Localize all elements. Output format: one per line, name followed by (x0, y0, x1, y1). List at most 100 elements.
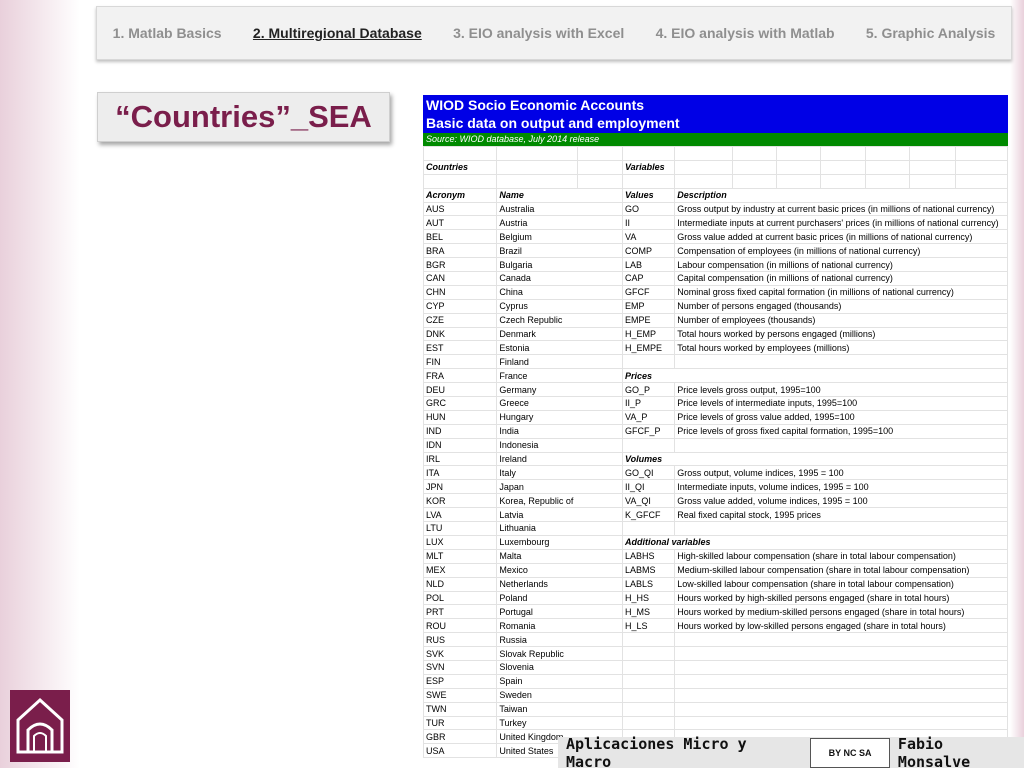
country-name-cell: Estonia (496, 340, 623, 356)
variable-code-cell: LABMS (621, 562, 676, 578)
footer-bar: Aplicaciones Micro y Macro BY NC SA Fabi… (558, 734, 1024, 771)
variable-code-cell: II (621, 215, 676, 231)
country-name-cell: Latvia (496, 507, 623, 523)
table-row: BRA Brazil COMP Compensation of employees (… (422, 243, 1008, 259)
country-name-cell: Slovak Republic (496, 646, 623, 661)
acronym-cell: LTU (422, 521, 498, 536)
acronym-cell: USA (422, 743, 498, 759)
variable-description-cell: Capital compensation (in millions of nat… (674, 271, 1008, 286)
table-row: EST Estonia H_EMPE Total hours worked by em… (422, 340, 1008, 356)
table-row: ROU Romania H_LS Hours worked by low-skille… (422, 618, 1008, 634)
country-name-cell: Cyprus (496, 298, 623, 314)
variable-code-cell: H_EMPE (621, 340, 676, 356)
acronym-cell: DNK (422, 326, 498, 342)
variable-code-cell: LABHS (621, 548, 676, 564)
variable-code-cell: GFCF (621, 284, 676, 300)
table-row: AUS Australia GO Gross output by industry a… (422, 201, 1008, 217)
acronym-cell: ESP (422, 673, 498, 689)
country-name-cell: Japan (496, 479, 623, 495)
variable-code-cell: VA_QI (621, 493, 676, 509)
acronym-cell: HUN (422, 409, 498, 425)
arch-icon (16, 697, 64, 754)
section-label-cell: Additional variables (622, 534, 1008, 550)
variable-code-cell: II_P (621, 396, 676, 411)
variable-code-cell: VA_P (621, 409, 676, 425)
variable-code-cell: LAB (621, 257, 676, 273)
variable-description-cell: Number of employees (thousands) (674, 312, 1008, 328)
variable-description-cell (674, 715, 1008, 731)
acronym-cell: BGR (422, 257, 498, 273)
variable-description-cell (674, 437, 1008, 453)
country-name-cell: Portugal (496, 604, 623, 620)
variable-code-cell: COMP (621, 243, 676, 259)
nav-tab-eio-matlab[interactable]: 4. EIO analysis with Matlab (656, 25, 835, 41)
country-name-cell: Belgium (496, 229, 623, 245)
variable-description-cell: Number of persons engaged (thousands) (674, 298, 1008, 314)
acronym-cell: PRT (422, 604, 498, 620)
table-row: KOR Korea, Republic of VA_QI Gross value ad… (422, 493, 1008, 509)
acronym-cell: CYP (422, 298, 498, 314)
variable-code-cell (621, 354, 676, 370)
variable-code-cell: GFCF_P (621, 423, 676, 439)
variable-code-cell: H_LS (621, 618, 676, 634)
table-row: IDN Indonesia (422, 437, 1008, 453)
country-name-cell: India (496, 423, 623, 439)
table-row: POL Poland H_HS Hours worked by high-skille… (422, 590, 1008, 606)
sheet-header-line2: Basic data on output and employment (426, 115, 680, 131)
table-row: DNK Denmark H_EMP Total hours worked by per… (422, 326, 1008, 342)
acronym-cell: GRC (422, 396, 498, 411)
variable-description-cell: Compensation of employees (in millions o… (674, 243, 1008, 259)
nav-tab-multiregional-database[interactable]: 2. Multiregional Database (253, 25, 422, 41)
table-row (422, 173, 1009, 189)
table-row: BEL Belgium VA Gross value added at current… (422, 229, 1008, 245)
slide-title: “Countries”_SEA (97, 92, 390, 142)
acronym-cell: AUS (422, 201, 498, 217)
variable-description-cell: Real fixed capital stock, 1995 prices (674, 507, 1008, 523)
variable-code-cell (621, 687, 676, 703)
variable-description-cell: Gross output by industry at current basi… (674, 201, 1008, 217)
section-label-cell: Volumes (622, 451, 1008, 467)
variable-code-cell (621, 673, 676, 689)
acronym-cell: BEL (422, 229, 498, 245)
table-row (422, 146, 1009, 161)
nav-tab-eio-excel[interactable]: 3. EIO analysis with Excel (453, 25, 624, 41)
table-row: LUX Luxembourg Additional variables (422, 534, 1008, 550)
acronym-cell: CAN (422, 271, 498, 286)
variable-description-cell (674, 632, 1008, 648)
acronym-cell: IRL (422, 451, 498, 467)
variable-description-cell: Nominal gross fixed capital formation (i… (674, 284, 1008, 300)
country-name-cell: Australia (496, 201, 623, 217)
variable-description-cell: Price levels of gross fixed capital form… (674, 423, 1008, 439)
course-title: Aplicaciones Micro y Macro (566, 734, 747, 771)
acronym-cell: SWE (422, 687, 498, 703)
acronym-cell: JPN (422, 479, 498, 495)
variable-code-cell: VA (621, 229, 676, 245)
acronym-cell: IDN (422, 437, 498, 453)
acronym-cell: KOR (422, 493, 498, 509)
variable-description-cell: Price levels gross output, 1995=100 (674, 382, 1008, 398)
variable-description-cell: Hours worked by high-skilled persons eng… (674, 590, 1008, 606)
variable-description-cell: Price levels of gross value added, 1995=… (674, 409, 1008, 425)
variable-description-cell: Intermediate inputs at current purchaser… (674, 215, 1008, 231)
table-row: HUN Hungary VA_P Price levels of gross valu… (422, 409, 1008, 425)
variable-code-cell (621, 715, 676, 731)
table-row: TUR Turkey (422, 715, 1008, 731)
variable-description-cell: Gross output, volume indices, 1995 = 100 (674, 465, 1008, 481)
acronym-cell: TUR (422, 715, 498, 731)
nav-tab-graphic-analysis[interactable]: 5. Graphic Analysis (866, 25, 995, 41)
nav-tab-matlab-basics[interactable]: 1. Matlab Basics (113, 25, 222, 41)
variable-code-cell: LABLS (621, 576, 676, 592)
table-row: MEX Mexico LABMS Medium-skilled labour comp… (422, 562, 1008, 578)
col-header-values: Values (621, 187, 676, 203)
country-name-cell: Hungary (496, 409, 623, 425)
table-row: CYP Cyprus EMP Number of persons engaged (t… (422, 298, 1008, 314)
variables-label: Variables (621, 159, 676, 175)
table-row: CHN China GFCF Nominal gross fixed capital … (422, 284, 1008, 300)
variable-description-cell: Intermediate inputs, volume indices, 199… (674, 479, 1008, 495)
variable-description-cell: Gross value added, volume indices, 1995 … (674, 493, 1008, 509)
variable-description-cell: Hours worked by medium-skilled persons e… (674, 604, 1008, 620)
country-name-cell: Turkey (496, 715, 623, 731)
variable-description-cell (674, 354, 1008, 370)
table-row: IRL Ireland Volumes (422, 451, 1008, 467)
variable-description-cell (674, 521, 1008, 536)
